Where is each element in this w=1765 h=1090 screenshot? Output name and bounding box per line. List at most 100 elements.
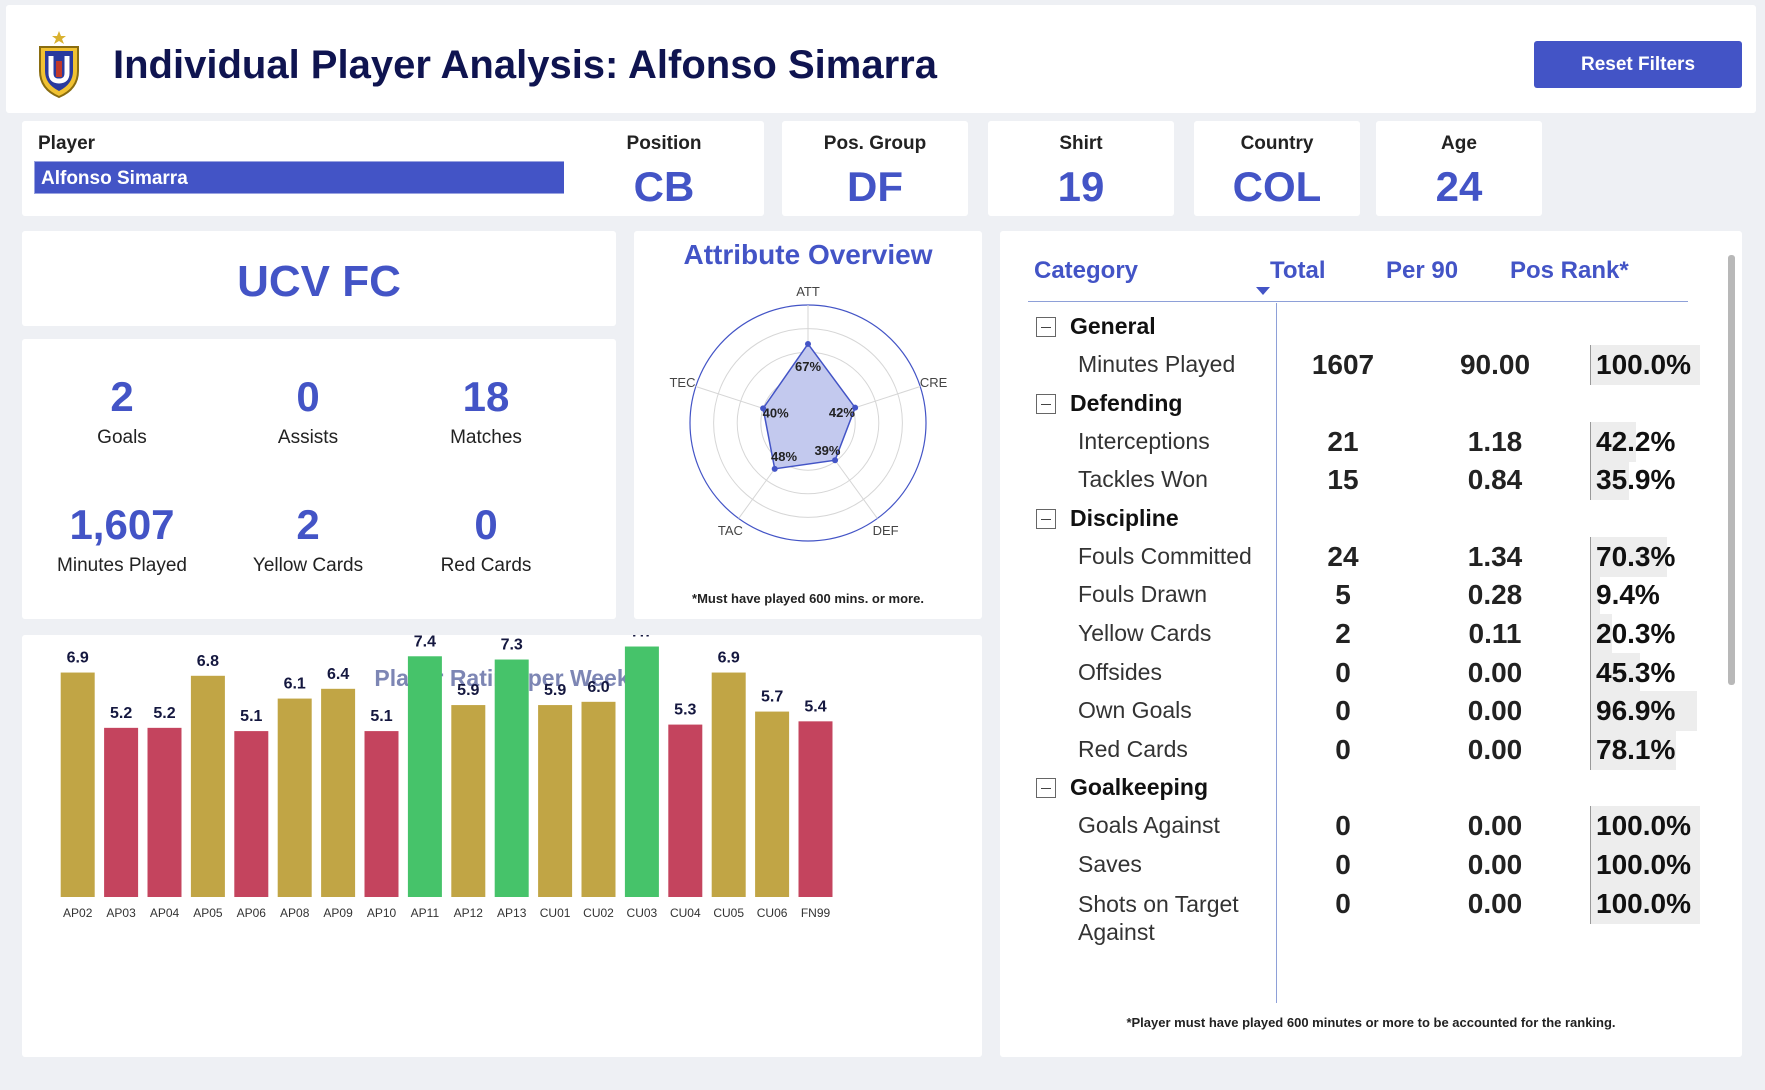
metric-label: Goals Against	[1078, 812, 1220, 839]
bar-category-label: CU04	[670, 906, 701, 920]
rating-bar[interactable]	[407, 656, 442, 897]
kpi-value: 24	[1435, 163, 1483, 210]
per90-cell: 0.00	[1467, 849, 1523, 880]
collapse-icon[interactable]	[1036, 317, 1056, 337]
total-cell: 15	[1327, 464, 1359, 496]
dashboard: Individual Player Analysis: Alfonso Sima…	[6, 5, 1756, 1085]
rating-bar[interactable]	[538, 705, 573, 897]
per90-cell: 1.18	[1467, 425, 1523, 457]
table-row: Fouls Committed 24 1.34 70.3%	[1000, 536, 1740, 579]
total-cell: 24	[1327, 540, 1359, 572]
table-row: Goals Against 0 0.00 100.0%	[1000, 806, 1740, 848]
total-cell: 2	[1335, 618, 1351, 649]
rating-bar[interactable]	[668, 724, 703, 897]
col-header-per90[interactable]: Per 90	[1386, 257, 1458, 285]
kpi-value: 19	[1057, 163, 1105, 210]
reset-filters-button[interactable]: Reset Filters	[1534, 41, 1742, 88]
total-cell: 21	[1327, 425, 1359, 457]
bar-value-label: 5.3	[674, 702, 696, 719]
stat-label: Goals	[97, 427, 147, 448]
rating-bar[interactable]	[60, 672, 95, 897]
total-cell: 0	[1335, 849, 1351, 880]
table-scrollbar[interactable]	[1728, 255, 1735, 685]
group-label: Discipline	[1070, 504, 1179, 531]
rating-bar[interactable]	[494, 659, 529, 897]
table-group-row[interactable]: Defending	[1000, 384, 1740, 426]
table-group-row[interactable]: Goalkeeping	[1000, 768, 1740, 810]
club-card: UCV FC	[22, 231, 616, 326]
per90-cell: 0.28	[1467, 579, 1523, 611]
bar-value-label: 6.9	[718, 650, 740, 667]
page-title: Individual Player Analysis: Alfonso Sima…	[113, 43, 937, 87]
kpi-pos-group: Pos. Group DF	[782, 121, 968, 216]
radar-axis-label: TAC	[718, 523, 743, 538]
per90-cell: 0.00	[1467, 733, 1523, 765]
total-cell: 0	[1335, 810, 1351, 842]
bar-value-label: 5.7	[761, 689, 783, 706]
bar-category-label: AP11	[411, 906, 440, 920]
kpi-age: Age 24	[1376, 121, 1542, 216]
radar-value-label: 48%	[771, 449, 797, 464]
collapse-icon[interactable]	[1036, 508, 1056, 529]
rating-bar[interactable]	[364, 731, 399, 897]
rating-bar[interactable]	[798, 721, 833, 897]
rating-bar[interactable]	[451, 705, 486, 897]
bar-category-label: AP02	[63, 906, 93, 920]
stat-goals: 2 Goals	[22, 373, 222, 449]
col-header-total[interactable]: Total	[1270, 257, 1326, 285]
stat-value: 18	[462, 373, 510, 420]
rank-cell: 45.3%	[1596, 656, 1676, 688]
rating-bar[interactable]	[147, 727, 182, 897]
player-dropdown[interactable]: Alfonso Simarra	[34, 161, 604, 194]
rating-bar[interactable]	[234, 731, 269, 897]
bar-value-label: 5.4	[804, 698, 826, 715]
bar-category-label: FN99	[801, 906, 831, 920]
rating-bar[interactable]	[711, 672, 746, 897]
kpi-position: Position CB	[564, 121, 764, 216]
table-group-row[interactable]: General	[1000, 307, 1740, 349]
metric-label: Saves	[1078, 851, 1142, 877]
col-header-rank[interactable]: Pos Rank*	[1510, 257, 1629, 285]
metric-label: Tackles Won	[1078, 466, 1208, 493]
rank-cell: 9.4%	[1596, 579, 1660, 611]
per90-cell: 0.11	[1468, 618, 1522, 649]
rank-cell: 96.9%	[1596, 695, 1676, 727]
bar-value-label: 7.3	[501, 637, 523, 654]
metric-label: Red Cards	[1078, 735, 1188, 762]
rating-bar[interactable]	[277, 698, 312, 897]
radar-value-label: 67%	[795, 359, 821, 374]
collapse-icon[interactable]	[1036, 778, 1056, 799]
rating-bar[interactable]	[321, 688, 356, 897]
stat-value: 0	[296, 373, 320, 420]
table-group-row[interactable]: Discipline	[1000, 499, 1740, 541]
stat-value: 2	[110, 373, 134, 420]
rating-bar[interactable]	[755, 711, 790, 897]
stat-label: Yellow Cards	[252, 555, 364, 576]
bar-value-label: 5.9	[544, 682, 566, 699]
per90-cell: 0.00	[1467, 695, 1523, 727]
rating-bar[interactable]	[624, 646, 659, 897]
season-stats: 2 Goals 0 Assists 18 Matches 1,607 Minut…	[22, 339, 616, 619]
collapse-icon[interactable]	[1036, 393, 1056, 414]
rating-bar[interactable]	[104, 727, 139, 897]
bar-category-label: CU05	[713, 906, 744, 920]
metric-label: Fouls Drawn	[1078, 581, 1208, 608]
rating-bar[interactable]	[581, 701, 616, 897]
per90-cell: 0.00	[1467, 810, 1523, 842]
table-note: *Player must have played 600 minutes or …	[1126, 1015, 1616, 1030]
club-crest-icon	[39, 31, 79, 99]
stat-label: Matches	[450, 427, 522, 448]
radar-value-label: 40%	[763, 405, 789, 420]
metric-label: Minutes Played	[1078, 351, 1236, 377]
rating-bar[interactable]	[190, 675, 225, 897]
bar-value-label: 5.1	[240, 708, 262, 725]
bar-value-label: 6.1	[284, 676, 306, 693]
per90-cell: 1.34	[1467, 540, 1523, 572]
col-header-category[interactable]: Category	[1034, 257, 1138, 285]
bar-category-label: AP10	[367, 906, 397, 920]
table-row: Shots on Target Against 0 0.00 100.0%	[1000, 883, 1740, 945]
bar-category-label: CU06	[757, 906, 788, 920]
rank-cell: 78.1%	[1596, 733, 1676, 765]
bar-category-label: AP08	[280, 906, 310, 920]
attribute-radar-chart: ATT CRE DEF TAC TEC 67% 42% 39% 48% 40%	[669, 284, 948, 542]
